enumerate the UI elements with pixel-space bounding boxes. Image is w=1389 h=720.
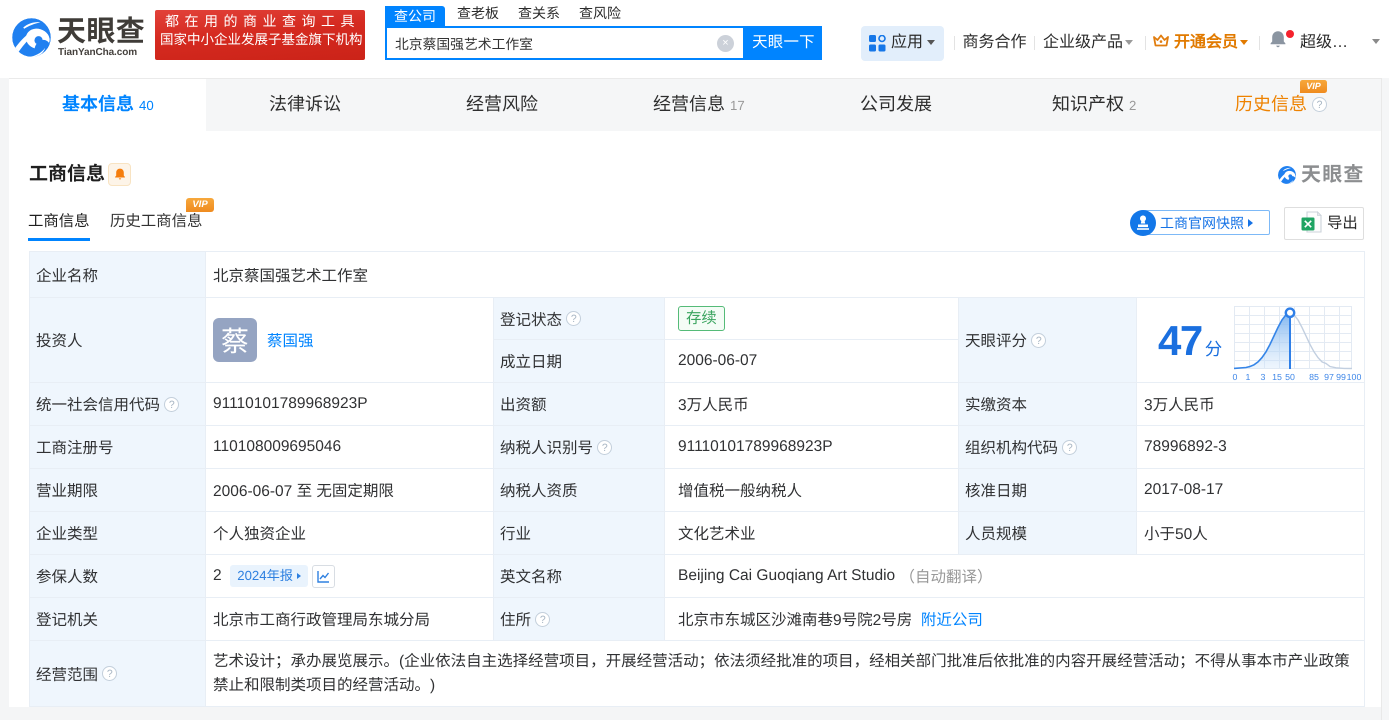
svg-text:85: 85 (1309, 372, 1319, 382)
svg-text:15: 15 (1272, 372, 1282, 382)
svg-text:50: 50 (1285, 372, 1295, 382)
svg-text:1: 1 (1246, 372, 1251, 382)
svg-text:97: 97 (1324, 372, 1334, 382)
svg-text:99: 99 (1336, 372, 1346, 382)
svg-text:3: 3 (1261, 372, 1266, 382)
svg-text:0: 0 (1233, 372, 1238, 382)
svg-text:100: 100 (1347, 372, 1362, 382)
